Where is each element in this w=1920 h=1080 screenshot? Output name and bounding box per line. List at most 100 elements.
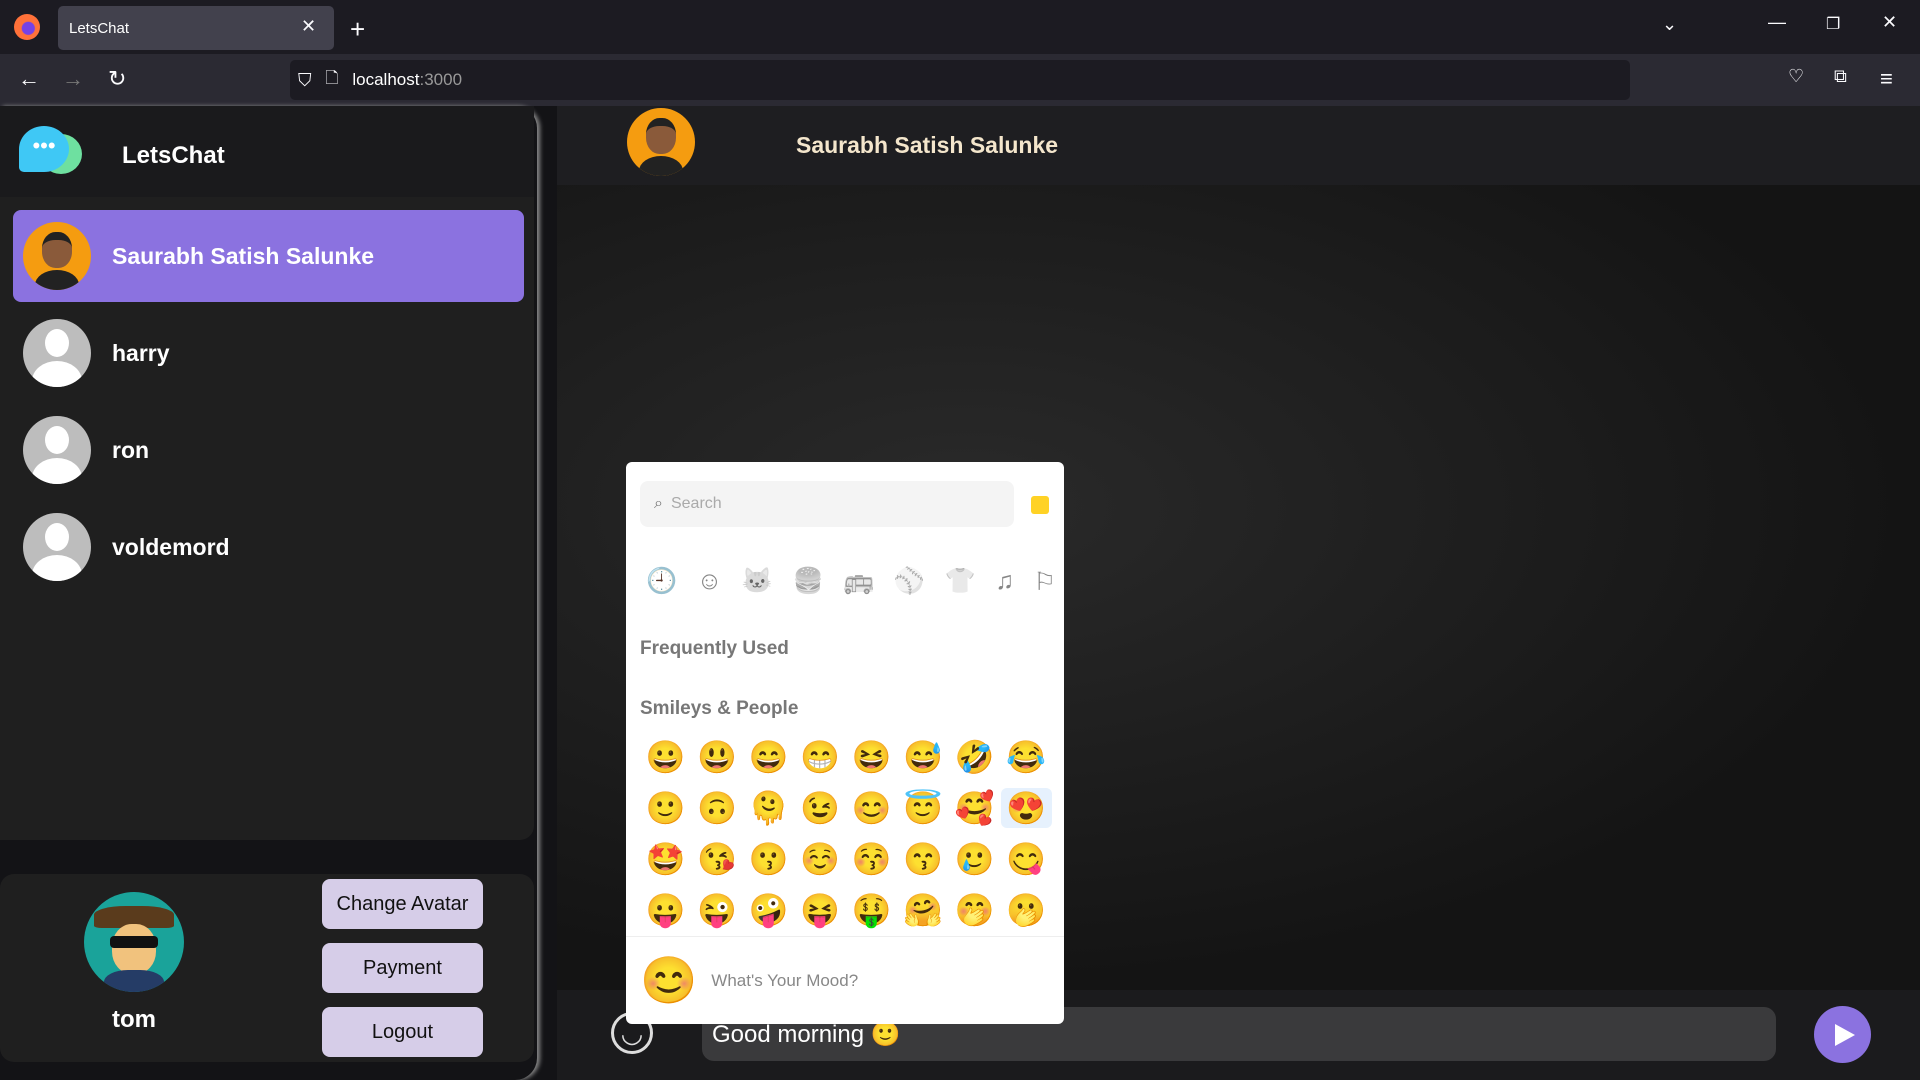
change-avatar-button[interactable]: Change Avatar bbox=[322, 879, 483, 929]
emoji-item[interactable]: 🤑 bbox=[846, 890, 898, 930]
avatar bbox=[23, 222, 91, 290]
emoji-item[interactable]: 😁 bbox=[795, 737, 847, 777]
emoji-item[interactable]: 😗 bbox=[743, 839, 795, 879]
send-button[interactable] bbox=[1814, 1006, 1871, 1063]
symbols-category-icon[interactable]: ♫ bbox=[995, 567, 1014, 597]
smileys-heading: Smileys & People bbox=[640, 698, 799, 719]
food-category-icon[interactable]: 🍔 bbox=[792, 567, 823, 597]
preview-emoji: 😊 bbox=[640, 954, 698, 1006]
flags-category-icon[interactable]: ⚐ bbox=[1034, 567, 1056, 597]
address-bar[interactable]: ⛉ 🗋 localhost:3000 bbox=[290, 60, 1630, 100]
contact-list: Saurabh Satish Salunke harry ron voldemo… bbox=[0, 197, 534, 840]
emoji-item[interactable]: 😊 bbox=[846, 788, 898, 828]
emoji-item[interactable]: 😚 bbox=[846, 839, 898, 879]
emoji-item[interactable]: 😝 bbox=[795, 890, 847, 930]
extensions-icon[interactable]: ⧉ bbox=[1834, 66, 1847, 87]
contact-item[interactable]: voldemord bbox=[13, 501, 524, 593]
emoji-search-input[interactable]: ⌕ Search bbox=[640, 481, 1014, 527]
avatar bbox=[23, 319, 91, 387]
emoji-item[interactable]: 🙂 bbox=[640, 788, 692, 828]
contact-name: voldemord bbox=[112, 533, 230, 560]
payment-button[interactable]: Payment bbox=[322, 943, 483, 993]
frequently-used-heading: Frequently Used bbox=[640, 638, 789, 659]
forward-icon[interactable]: → bbox=[62, 66, 84, 92]
emoji-item[interactable]: 😄 bbox=[743, 737, 795, 777]
activities-category-icon[interactable]: ⚾ bbox=[894, 567, 925, 597]
chat-bubble-icon: ••• bbox=[19, 126, 69, 172]
search-placeholder: Search bbox=[670, 495, 722, 512]
emoji-item[interactable]: 😅 bbox=[898, 737, 950, 777]
pocket-icon[interactable]: ♡ bbox=[1788, 66, 1804, 87]
emoji-item[interactable]: 😘 bbox=[692, 839, 744, 879]
contact-avatar bbox=[627, 108, 695, 176]
smileys-category-icon[interactable]: ☺ bbox=[697, 567, 723, 597]
emoji-item[interactable]: 😜 bbox=[692, 890, 744, 930]
contact-item[interactable]: ron bbox=[13, 404, 524, 496]
animals-category-icon[interactable]: 🐱 bbox=[742, 567, 773, 597]
page-icon: 🗋 bbox=[325, 69, 339, 87]
sidebar-header: ••• LetsChat bbox=[0, 106, 534, 197]
emoji-item[interactable]: 😆 bbox=[846, 737, 898, 777]
emoji-item[interactable]: 😉 bbox=[795, 788, 847, 828]
send-icon bbox=[1835, 1023, 1855, 1046]
shield-icon: ⛉ bbox=[298, 69, 312, 90]
emoji-item[interactable]: 🤭 bbox=[949, 890, 1001, 930]
user-name: tom bbox=[112, 1006, 156, 1033]
user-avatar bbox=[84, 892, 184, 992]
avatar bbox=[23, 416, 91, 484]
close-window-icon[interactable]: ✕ bbox=[1882, 12, 1897, 33]
reload-icon[interactable]: ↻ bbox=[108, 66, 126, 92]
objects-category-icon[interactable]: 👕 bbox=[945, 567, 976, 597]
emoji-grid: 😀 😃 😄 😁 😆 😅 🤣 😂 🙂 🙃 🫠 😉 😊 😇 🥰 😍 🤩 😘 😗 ☺️ 😚 😙 🥲 😋 😛 😜 🤪 😝 🤑 🤗 🤭 🫢 bbox=[640, 737, 1052, 930]
menu-icon[interactable]: ≡ bbox=[1880, 66, 1893, 92]
tab-list-icon[interactable]: ⌄ bbox=[1662, 14, 1677, 35]
emoji-item[interactable]: 😙 bbox=[898, 839, 950, 879]
contact-name: ron bbox=[112, 436, 150, 463]
emoji-item[interactable]: 🫠 bbox=[743, 788, 795, 828]
travel-category-icon[interactable]: 🚌 bbox=[843, 567, 874, 597]
recent-category-icon[interactable]: 🕘 bbox=[646, 567, 677, 597]
skin-tone-selector[interactable] bbox=[1031, 496, 1049, 514]
url-port: :3000 bbox=[419, 70, 463, 89]
restore-icon[interactable]: ❐ bbox=[1826, 14, 1840, 34]
avatar bbox=[23, 513, 91, 581]
emoji-item[interactable]: 😃 bbox=[692, 737, 744, 777]
current-user-panel: tom Change Avatar Payment Logout bbox=[0, 874, 534, 1062]
chat-header: Saurabh Satish Salunke bbox=[557, 106, 1920, 185]
url-host: localhost bbox=[352, 70, 420, 89]
emoji-item[interactable]: 🤣 bbox=[949, 737, 1001, 777]
chat-contact-name: Saurabh Satish Salunke bbox=[796, 132, 1059, 158]
firefox-icon bbox=[14, 14, 40, 40]
emoji-item[interactable]: 😀 bbox=[640, 737, 692, 777]
tab-title: LetsChat bbox=[69, 19, 130, 37]
emoji-category-tabs: 🕘 ☺ 🐱 🍔 🚌 ⚾ 👕 ♫ ⚐ bbox=[646, 567, 1056, 597]
emoji-item[interactable]: 🤪 bbox=[743, 890, 795, 930]
emoji-item[interactable]: 😍 bbox=[1000, 788, 1052, 828]
preview-text: What's Your Mood? bbox=[711, 970, 859, 990]
emoji-item[interactable]: ☺️ bbox=[795, 839, 847, 879]
emoji-picker: ⌕ Search 🕘 ☺ 🐱 🍔 🚌 ⚾ 👕 ♫ ⚐ Frequently Use… bbox=[626, 462, 1064, 1024]
search-icon: ⌕ bbox=[654, 495, 663, 512]
emoji-preview: 😊 What's Your Mood? bbox=[626, 936, 1064, 1024]
emoji-item[interactable]: 🫢 bbox=[1001, 890, 1053, 930]
contact-item[interactable]: harry bbox=[13, 307, 524, 399]
browser-tab-bar: LetsChat ✕ + ⌄ — ❐ ✕ bbox=[0, 0, 1920, 54]
emoji-item[interactable]: 🤩 bbox=[640, 839, 692, 879]
emoji-item[interactable]: 🙃 bbox=[692, 788, 744, 828]
emoji-item[interactable]: 🥰 bbox=[949, 788, 1001, 828]
contact-name: harry bbox=[112, 339, 170, 366]
emoji-item[interactable]: 🥲 bbox=[949, 839, 1001, 879]
emoji-item[interactable]: 🤗 bbox=[898, 890, 950, 930]
new-tab-icon[interactable]: + bbox=[350, 14, 365, 45]
logout-button[interactable]: Logout bbox=[322, 1007, 483, 1057]
emoji-item[interactable]: 😇 bbox=[898, 788, 950, 828]
contact-item[interactable]: Saurabh Satish Salunke bbox=[13, 210, 524, 302]
minimize-icon[interactable]: — bbox=[1768, 12, 1786, 33]
emoji-item[interactable]: 😂 bbox=[1001, 737, 1053, 777]
emoji-item[interactable]: 😛 bbox=[640, 890, 692, 930]
close-tab-icon[interactable]: ✕ bbox=[301, 16, 316, 37]
back-icon[interactable]: ← bbox=[18, 66, 40, 92]
contact-name: Saurabh Satish Salunke bbox=[112, 242, 375, 269]
emoji-item[interactable]: 😋 bbox=[1001, 839, 1053, 879]
browser-tab[interactable]: LetsChat ✕ bbox=[58, 6, 334, 50]
